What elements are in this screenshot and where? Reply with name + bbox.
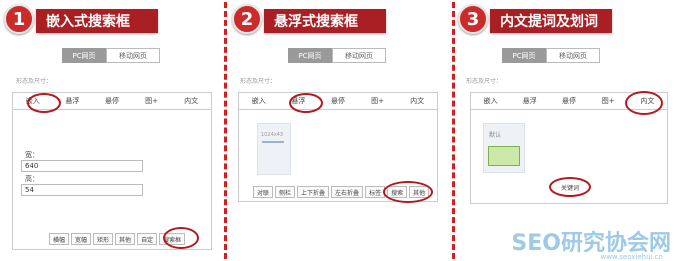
tab-hover[interactable]: 悬停 bbox=[92, 93, 132, 109]
step-2-banner: 悬浮式搜索框 bbox=[264, 9, 386, 33]
platform-tabs: PC网页 移动网页 bbox=[502, 48, 600, 63]
preview-swatch bbox=[488, 146, 520, 166]
watermark-url: www.seoxiehui.cn bbox=[600, 253, 663, 261]
height-field[interactable]: 54 bbox=[21, 184, 143, 196]
size-button[interactable]: 矩形 bbox=[93, 233, 114, 245]
tab-image[interactable]: 图+ bbox=[358, 93, 398, 109]
tab-inline[interactable]: 内文 bbox=[171, 93, 211, 109]
size-button[interactable]: 其他 bbox=[115, 233, 136, 245]
highlight-oval bbox=[383, 181, 433, 203]
config-panel: 嵌入 悬浮 悬停 图+ 内文 宽： 640 高： 54 横幅 宽幅 矩形 其他 … bbox=[12, 92, 212, 250]
tab-image[interactable]: 图+ bbox=[132, 93, 172, 109]
step-3-badge: 3 bbox=[458, 4, 488, 34]
highlight-oval bbox=[289, 93, 323, 113]
width-label: 宽： bbox=[25, 151, 39, 159]
separator bbox=[224, 2, 227, 259]
width-field[interactable]: 640 bbox=[21, 160, 143, 172]
float-button[interactable]: 左右折叠 bbox=[331, 186, 364, 198]
tab-image[interactable]: 图+ bbox=[589, 93, 628, 109]
platform-tabs: PC网页 移动网页 bbox=[62, 48, 160, 63]
preview-size: 1024x43 bbox=[261, 132, 284, 138]
tab-pc[interactable]: PC网页 bbox=[502, 48, 546, 63]
format-tabs: 嵌入 悬浮 悬停 图+ 内文 bbox=[239, 93, 437, 110]
keyword-button[interactable]: 关键词 bbox=[561, 183, 579, 192]
height-label: 高： bbox=[25, 175, 39, 183]
size-button[interactable]: 横幅 bbox=[49, 233, 70, 245]
tab-mobile[interactable]: 移动网页 bbox=[332, 48, 386, 63]
keyword-button-oval[interactable]: 关键词 bbox=[549, 177, 591, 197]
tab-pc[interactable]: PC网页 bbox=[62, 48, 106, 63]
highlight-oval bbox=[27, 93, 61, 113]
size-label: 形态及尺寸： bbox=[240, 78, 277, 85]
float-button[interactable]: 对联 bbox=[253, 186, 274, 198]
float-button[interactable]: 侧栏 bbox=[275, 186, 296, 198]
tab-embed[interactable]: 嵌入 bbox=[471, 93, 510, 109]
size-button[interactable]: 宽幅 bbox=[71, 233, 92, 245]
tab-inline[interactable]: 内文 bbox=[397, 93, 437, 109]
highlight-oval bbox=[163, 227, 199, 249]
tab-float[interactable]: 悬浮 bbox=[510, 93, 549, 109]
tab-mobile[interactable]: 移动网页 bbox=[546, 48, 600, 63]
tab-pc[interactable]: PC网页 bbox=[288, 48, 332, 63]
tab-mobile[interactable]: 移动网页 bbox=[106, 48, 160, 63]
preview-box: 1024x43 bbox=[257, 123, 291, 175]
step-2-badge: 2 bbox=[232, 4, 262, 34]
preview-box: 默认 bbox=[483, 123, 525, 173]
tab-hover[interactable]: 悬停 bbox=[318, 93, 358, 109]
step-1-banner: 嵌入式搜索框 bbox=[36, 9, 158, 33]
separator bbox=[452, 2, 455, 259]
size-label: 形态及尺寸： bbox=[466, 78, 503, 85]
step-1-badge: 1 bbox=[4, 4, 34, 34]
preview-label: 默认 bbox=[489, 132, 502, 139]
tab-embed[interactable]: 嵌入 bbox=[239, 93, 279, 109]
config-panel: 嵌入 悬浮 悬停 图+ 内文 1024x43 对联 侧栏 上下折叠 左右折叠 标… bbox=[238, 92, 438, 203]
float-button[interactable]: 上下折叠 bbox=[297, 186, 330, 198]
step-3-banner: 内文提词及划词 bbox=[490, 9, 612, 33]
size-button[interactable]: 自定 bbox=[137, 233, 158, 245]
tab-hover[interactable]: 悬停 bbox=[549, 93, 588, 109]
platform-tabs: PC网页 移动网页 bbox=[288, 48, 386, 63]
highlight-oval bbox=[625, 91, 663, 115]
preview-bar bbox=[262, 141, 284, 143]
size-label: 形态及尺寸： bbox=[16, 78, 53, 85]
config-panel: 嵌入 悬浮 悬停 图+ 内文 默认 关键词 bbox=[470, 91, 668, 204]
